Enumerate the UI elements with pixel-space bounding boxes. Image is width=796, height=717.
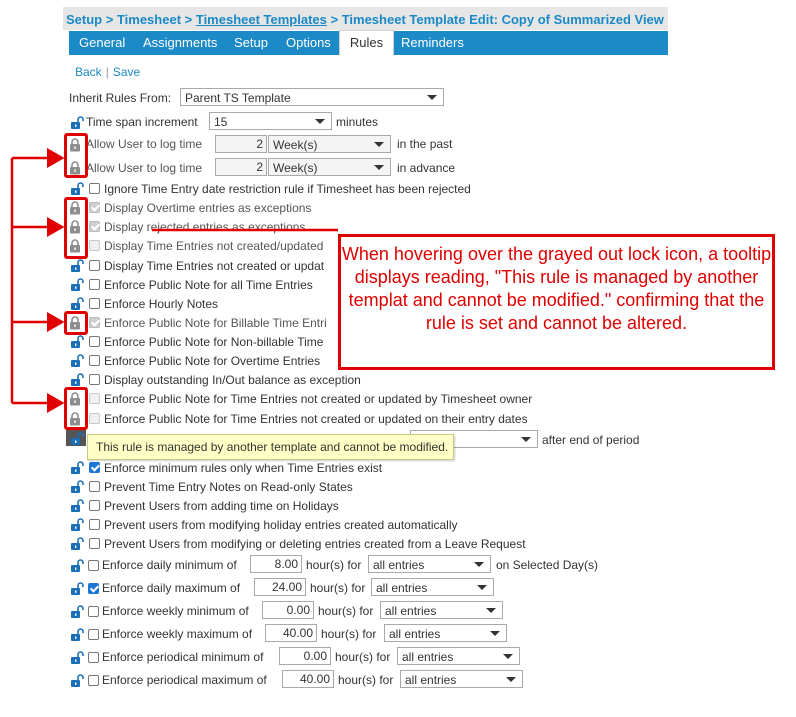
locked-rule-tooltip: This rule is managed by another template… xyxy=(87,434,454,460)
annotation-callout: When hovering over the grayed out lock i… xyxy=(338,234,775,370)
